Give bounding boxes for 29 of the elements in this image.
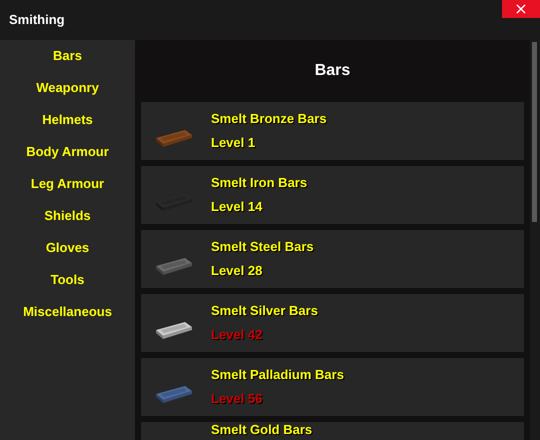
- category-link[interactable]: Tools: [50, 271, 84, 289]
- recipe-name: Smelt Silver Bars: [211, 302, 318, 320]
- recipe-card[interactable]: Smelt Palladium Bars Level 56: [141, 358, 524, 416]
- category-link[interactable]: Bars: [53, 47, 82, 65]
- recipe-card[interactable]: Smelt Gold Bars: [141, 422, 524, 440]
- recipe-name: Smelt Palladium Bars: [211, 366, 344, 384]
- category-link[interactable]: Shields: [44, 207, 91, 225]
- category-link[interactable]: Gloves: [46, 239, 90, 257]
- recipe-name: Smelt Iron Bars: [211, 174, 308, 192]
- recipe-name: Smelt Bronze Bars: [211, 110, 327, 128]
- level-requirement: Level 28: [211, 262, 264, 280]
- category-link[interactable]: Miscellaneous: [23, 303, 112, 321]
- category-link[interactable]: Helmets: [42, 111, 93, 129]
- level-requirement: Level 42: [211, 326, 264, 344]
- level-requirement: Level 1: [211, 134, 256, 152]
- recipe-card[interactable]: Smelt Steel Bars Level 28: [141, 230, 524, 288]
- recipe-card[interactable]: Smelt Iron Bars Level 14: [141, 166, 524, 224]
- level-requirement: Level 14: [211, 198, 264, 216]
- recipe-card[interactable]: Smelt Silver Bars Level 42: [141, 294, 524, 352]
- recipe-name: Smelt Gold Bars: [211, 423, 312, 437]
- category-link[interactable]: Body Armour: [26, 143, 109, 161]
- recipe-name: Smelt Steel Bars: [211, 238, 314, 256]
- close-button[interactable]: ×: [502, 0, 540, 18]
- recipe-card[interactable]: Smelt Bronze Bars Level 1: [141, 102, 524, 160]
- level-requirement: Level 56: [211, 390, 264, 408]
- category-link[interactable]: Leg Armour: [30, 175, 104, 193]
- section-heading: Bars: [314, 61, 352, 81]
- window-title: Smithing: [9, 12, 65, 27]
- category-link[interactable]: Weaponry: [36, 79, 99, 97]
